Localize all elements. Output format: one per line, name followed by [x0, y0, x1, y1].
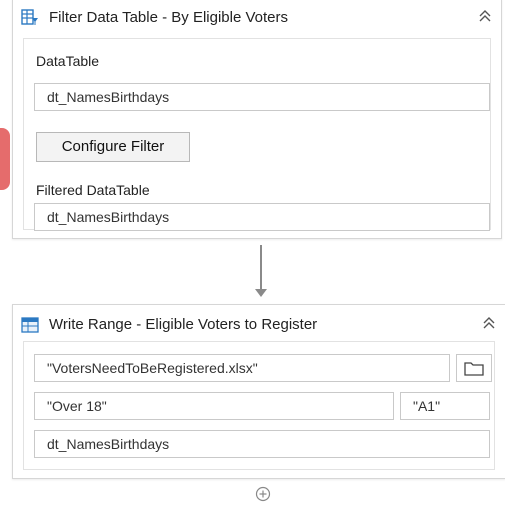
connector-line: [260, 245, 262, 291]
sheet-name-input[interactable]: "Over 18": [34, 392, 394, 420]
datatable-input[interactable]: dt_NamesBirthdays: [34, 430, 490, 458]
activity-body: DataTable dt_NamesBirthdays Configure Fi…: [23, 38, 491, 231]
write-range-activity[interactable]: Write Range - Eligible Voters to Registe…: [12, 304, 505, 479]
workbook-path-input[interactable]: "VotersNeedToBeRegistered.xlsx": [34, 354, 450, 382]
configure-filter-button[interactable]: Configure Filter: [36, 132, 190, 162]
activity-header[interactable]: Filter Data Table - By Eligible Voters: [13, 0, 501, 38]
folder-icon: [464, 362, 484, 376]
plus-circle-icon[interactable]: [255, 486, 271, 502]
browse-button[interactable]: [456, 354, 492, 382]
activity-title: Write Range - Eligible Voters to Registe…: [49, 316, 318, 333]
activity-body: "VotersNeedToBeRegistered.xlsx" "Over 18…: [23, 341, 495, 470]
filtered-datatable-label: Filtered DataTable: [36, 182, 150, 198]
start-cell-input[interactable]: "A1": [400, 392, 490, 420]
arrow-down-icon: [255, 289, 267, 297]
write-range-icon: [21, 317, 39, 333]
side-marker: [0, 128, 10, 190]
filtered-datatable-input[interactable]: dt_NamesBirthdays: [34, 203, 490, 231]
table-filter-icon: [21, 9, 38, 25]
activity-header[interactable]: Write Range - Eligible Voters to Registe…: [13, 305, 505, 345]
filter-data-table-activity[interactable]: Filter Data Table - By Eligible Voters D…: [12, 0, 502, 239]
datatable-label: DataTable: [36, 53, 100, 69]
activity-title: Filter Data Table - By Eligible Voters: [49, 9, 288, 26]
double-chevron-up-icon[interactable]: [481, 315, 497, 331]
double-chevron-up-icon[interactable]: [477, 8, 493, 24]
datatable-input[interactable]: dt_NamesBirthdays: [34, 83, 490, 111]
